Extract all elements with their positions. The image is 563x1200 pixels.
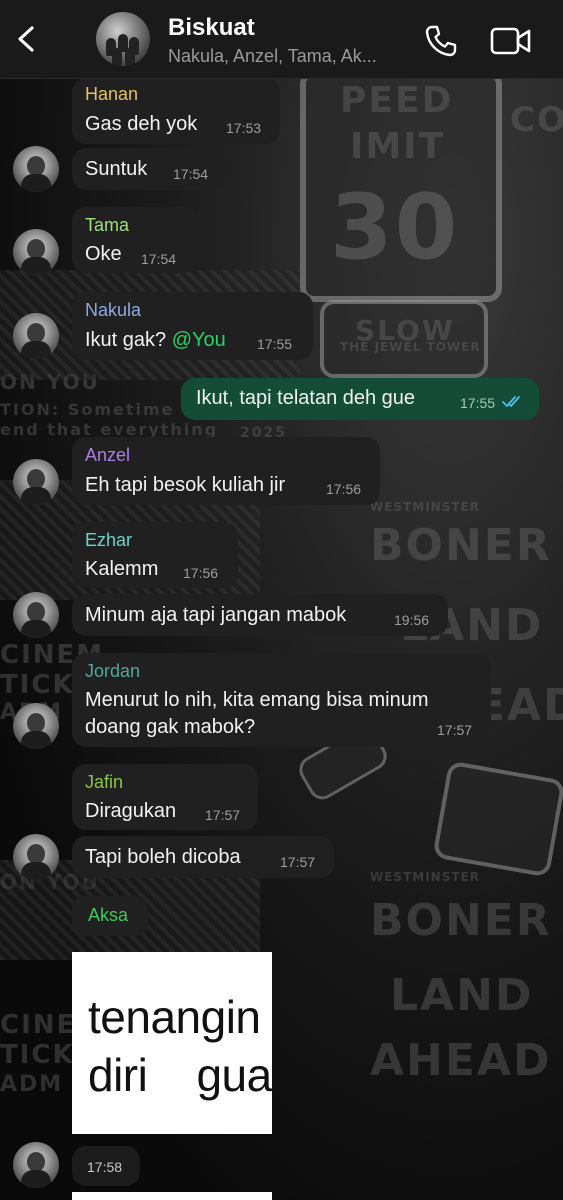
message-time: 17:56 [183,565,219,581]
message-time: 17:54 [141,251,177,267]
message-time: 17:57 [437,722,473,738]
message-bubble[interactable]: Nakula Ikut gak? @You 17:55 [72,292,313,360]
sticker[interactable]: tenangin diri gua [72,952,272,1134]
message-time: 17:54 [173,166,209,182]
avatar[interactable] [13,592,59,638]
avatar[interactable] [13,313,59,359]
sender-name: Anzel [85,445,131,465]
message-text-plain: Ikut gak? [85,329,172,351]
avatar[interactable] [13,459,59,505]
wallpaper-text: TICK [0,670,75,700]
message-text: Kalemm [85,558,159,580]
message-text: Eh tapi besok kuliah jir [85,474,286,496]
video-call-icon[interactable] [490,24,532,58]
message-bubble[interactable]: Minum aja tapi jangan mabok 19:56 [72,594,448,636]
wallpaper-text: AHEAD [370,1035,552,1086]
message-time: 19:56 [394,612,430,628]
wallpaper-text: THE JEWEL TOWER [340,340,481,354]
message-time: 17:55 [257,336,293,352]
wallpaper-text: ADM [0,1072,64,1097]
message-text-line-1: Menurut lo nih, kita emang bisa minum [85,689,429,711]
message-time: 17:53 [226,120,262,136]
avatar[interactable] [13,229,59,275]
group-name[interactable]: Biskuat [168,14,255,42]
message-time: 17:57 [280,854,316,870]
outgoing-message-bubble[interactable]: Ikut, tapi telatan deh gue 17:55 [181,378,539,420]
sender-name: Aksa [88,905,129,925]
message-bubble[interactable]: Suntuk 17:54 [72,148,228,190]
avatar[interactable] [13,1142,59,1188]
wallpaper-text: WESTMINSTER [370,500,480,514]
time-pill: 17:58 [72,1146,140,1186]
sender-name: Jafin [85,772,124,792]
avatar[interactable] [13,703,59,749]
message-bubble[interactable]: Tapi boleh dicoba 17:57 [72,836,334,878]
message-text: Minum aja tapi jangan mabok [85,604,347,626]
message-time: 17:58 [87,1159,123,1175]
avatar[interactable] [13,834,59,880]
message-text: Diragukan [85,800,177,822]
wallpaper-text: PEED [340,80,454,121]
street-sign [432,760,563,878]
message-text: Gas deh yok [85,113,198,135]
message-bubble[interactable]: Ezhar Kalemm 17:56 [72,522,238,588]
wallpaper-text: WESTMINSTER [370,870,480,884]
message-text-line-2: doang gak mabok? [85,716,256,738]
next-sticker-partial[interactable] [72,1192,272,1200]
message-time: 17:55 [460,395,496,411]
wallpaper-text: BONER [370,520,552,571]
sender-name-pill: Aksa [72,896,148,936]
message-text: Ikut, tapi telatan deh gue [196,387,416,409]
chat-header: Biskuat Nakula, Anzel, Tama, Ak... [0,0,563,79]
avatar[interactable] [13,146,59,192]
wallpaper-text: IMIT [350,126,446,167]
message-text: Tapi boleh dicoba [85,846,241,868]
message-text: Suntuk [85,158,148,180]
message-bubble[interactable]: Tama Oke 17:54 [72,207,197,273]
message-text: Ikut gak? @You [85,329,226,352]
sender-name: Jordan [85,661,141,681]
wallpaper-text: LAND [390,970,534,1021]
voice-call-icon[interactable] [424,24,458,58]
message-bubble[interactable]: Hanan Gas deh yok 17:53 [72,78,280,144]
sender-name: Tama [85,215,130,235]
sender-name: Hanan [85,84,139,104]
sender-name: Ezhar [85,530,133,550]
message-bubble[interactable]: Jordan Menurut lo nih, kita emang bisa m… [72,653,491,747]
mention-you[interactable]: @You [172,329,226,351]
wallpaper-text: BONER [370,895,552,946]
wallpaper-text: TION: Sometime [0,400,175,419]
wallpaper-text: TICK [0,1040,75,1070]
group-avatar[interactable] [96,12,150,66]
read-receipt-icon [502,396,520,407]
message-bubble[interactable]: Jafin Diragukan 17:57 [72,764,258,830]
back-arrow-icon[interactable] [12,24,42,54]
message-text: Oke [85,243,122,265]
message-time: 17:56 [326,481,362,497]
message-bubble[interactable]: Anzel Eh tapi besok kuliah jir 17:56 [72,437,380,505]
sender-name: Nakula [85,300,142,320]
wallpaper-text: 30 [330,175,460,280]
message-time: 17:57 [205,807,241,823]
wallpaper-text: CON [510,100,563,140]
group-members[interactable]: Nakula, Anzel, Tama, Ak... [168,46,377,67]
sticker-text-line-1: tenangin [88,991,261,1043]
sticker-text-line-2: diri gua [88,1049,272,1101]
